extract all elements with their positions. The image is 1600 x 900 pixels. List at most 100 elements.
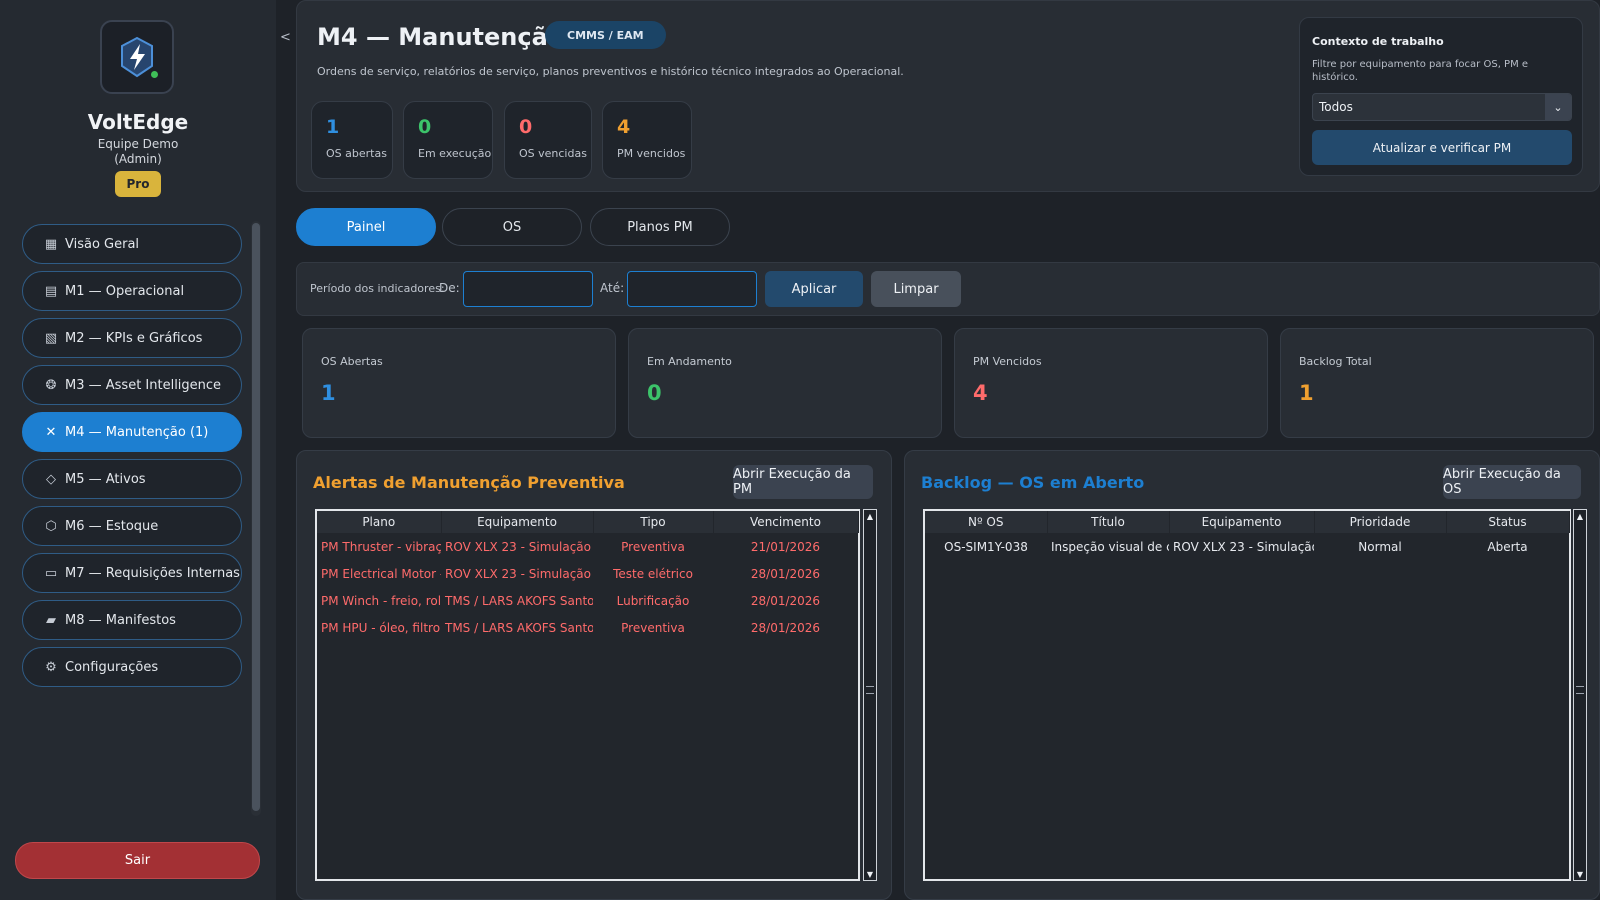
collapse-sidebar-button[interactable]: < <box>280 30 291 45</box>
cell-tipo: Teste elétrico <box>613 566 693 581</box>
column-header-equipamento[interactable]: Equipamento <box>441 511 594 533</box>
open-pm-execution-button[interactable]: Abrir Execução da PM <box>733 465 873 499</box>
nav-item-m1-operacional[interactable]: ▤ M1 — Operacional <box>22 271 242 311</box>
backlog-scrollbar[interactable]: ▲ ▼ <box>1573 509 1587 881</box>
kpi-pm-vencidos: PM Vencidos 4 <box>954 328 1268 438</box>
stat-label: OS abertas <box>326 147 387 160</box>
cell-plano: PM Thruster - vibraçã <box>321 539 441 554</box>
to-label: Até: <box>600 281 625 295</box>
column-header-vencimento[interactable]: Vencimento <box>713 511 859 533</box>
kpi-label: PM Vencidos <box>973 355 1042 368</box>
scroll-down-arrow-icon[interactable]: ▼ <box>864 868 876 880</box>
column-header-tipo[interactable]: Tipo <box>593 511 714 533</box>
page-title: M4 — Manutenção <box>317 23 565 51</box>
stat-value: 4 <box>617 116 631 138</box>
kpi-value: 1 <box>321 381 336 405</box>
column-header-status[interactable]: Status <box>1446 511 1570 533</box>
equipment-filter-select[interactable]: Todos ⌄ <box>1312 93 1572 121</box>
nav-item-m2-kpis[interactable]: ▧ M2 — KPIs e Gráficos <box>22 318 242 358</box>
tools-icon: ✕ <box>45 424 57 440</box>
period-label: Período dos indicadores: <box>310 282 445 295</box>
tab-os[interactable]: OS <box>442 208 582 246</box>
period-filter-bar: Período dos indicadores: De: Até: Aplica… <box>296 262 1600 316</box>
module-chip: CMMS / EAM <box>545 21 666 49</box>
backlog-panel: Backlog — OS em Aberto Abrir Execução da… <box>904 450 1600 900</box>
column-header-plano[interactable]: Plano <box>317 511 442 533</box>
from-label: De: <box>439 281 460 295</box>
scroll-up-arrow-icon[interactable]: ▲ <box>1574 510 1586 522</box>
nav-item-visao-geral[interactable]: ▦ Visão Geral <box>22 224 242 264</box>
cell-tipo: Preventiva <box>621 539 685 554</box>
cell-status: Aberta <box>1487 539 1528 554</box>
cell-equipamento: TMS / LARS AKOFS Santos - <box>445 620 593 635</box>
stat-value: 1 <box>326 116 340 138</box>
team-info: Equipe Demo (Admin) <box>0 137 276 167</box>
column-header-equipamento[interactable]: Equipamento <box>1169 511 1315 533</box>
cell-plano: PM HPU - óleo, filtro e <box>321 620 441 635</box>
nav-label: M7 — Requisições Internas <box>65 565 240 581</box>
nav-item-m6-estoque[interactable]: ⬡ M6 — Estoque <box>22 506 242 546</box>
stat-value: 0 <box>418 116 432 138</box>
date-to-input[interactable] <box>627 271 757 307</box>
column-header-prioridade[interactable]: Prioridade <box>1314 511 1447 533</box>
open-os-execution-button[interactable]: Abrir Execução da OS <box>1443 465 1581 499</box>
cell-vencimento: 21/01/2026 <box>750 539 821 554</box>
pm-alerts-table[interactable]: Plano Equipamento Tipo Vencimento PM Thr… <box>315 509 860 881</box>
work-context-description: Filtre por equipamento para focar OS, PM… <box>1312 59 1529 83</box>
sidebar-scrollbar-thumb[interactable] <box>252 223 260 811</box>
column-header-titulo[interactable]: Título <box>1047 511 1170 533</box>
kpi-value: 4 <box>973 381 988 405</box>
chevron-down-icon[interactable]: ⌄ <box>1545 94 1571 120</box>
plan-badge: Pro <box>115 171 161 197</box>
backlog-table[interactable]: Nº OS Título Equipamento Prioridade Stat… <box>923 509 1571 881</box>
scrollbar-thumb[interactable] <box>866 686 874 694</box>
column-header-numero-os[interactable]: Nº OS <box>925 511 1048 533</box>
equipment-filter-value: Todos <box>1319 100 1353 114</box>
nav-label: M1 — Operacional <box>65 283 185 299</box>
gear-icon: ⚙ <box>45 659 57 675</box>
stat-pm-vencidos: 4 PM vencidos <box>602 101 692 179</box>
nav-item-configuracoes[interactable]: ⚙ Configurações <box>22 647 242 687</box>
cell-vencimento: 28/01/2026 <box>750 593 821 608</box>
nav-item-m3-asset-intelligence[interactable]: ❂ M3 — Asset Intelligence <box>22 365 242 405</box>
scroll-up-arrow-icon[interactable]: ▲ <box>864 510 876 522</box>
pm-alerts-scrollbar[interactable]: ▲ ▼ <box>863 509 877 881</box>
stat-os-abertas: 1 OS abertas <box>311 101 393 179</box>
brand-name: VoltEdge <box>87 110 189 134</box>
cell-tipo: Preventiva <box>621 620 685 635</box>
table-header-row: Plano Equipamento Tipo Vencimento <box>317 511 859 533</box>
cell-prioridade: Normal <box>1358 539 1402 554</box>
table-row[interactable]: PM Winch - freio, rola TMS / LARS AKOFS … <box>317 587 858 614</box>
sidebar-scrollbar[interactable] <box>251 221 261 816</box>
kpi-os-abertas: OS Abertas 1 <box>302 328 616 438</box>
table-row[interactable]: PM HPU - óleo, filtro e TMS / LARS AKOFS… <box>317 614 858 641</box>
nav-item-m4-manutencao[interactable]: ✕ M4 — Manutenção (1) <box>22 412 242 452</box>
scrollbar-thumb[interactable] <box>1576 686 1584 694</box>
backlog-title: Backlog — OS em Aberto <box>921 473 1145 492</box>
apply-button[interactable]: Aplicar <box>765 271 863 307</box>
tab-painel[interactable]: Painel <box>296 208 436 246</box>
cell-numero-os: OS-SIM1Y-038 <box>944 539 1028 554</box>
page-subtitle: Ordens de serviço, relatórios de serviço… <box>317 65 904 78</box>
clear-button[interactable]: Limpar <box>871 271 961 307</box>
scroll-down-arrow-icon[interactable]: ▼ <box>1574 868 1586 880</box>
refresh-pm-button[interactable]: Atualizar e verificar PM <box>1312 130 1572 165</box>
work-context-box: Contexto de trabalho Filtre por equipame… <box>1299 17 1583 176</box>
nav-item-m8-manifestos[interactable]: ▰ M8 — Manifestos <box>22 600 242 640</box>
table-row[interactable]: PM Thruster - vibraçã ROV XLX 23 - Simul… <box>317 533 858 560</box>
pm-alerts-panel: Alertas de Manutenção Preventiva Abrir E… <box>296 450 892 900</box>
nav-label: M3 — Asset Intelligence <box>65 377 222 393</box>
table-row[interactable]: OS-SIM1Y-038 Inspeção visual de câ ROV X… <box>925 533 1569 560</box>
table-row[interactable]: PM Electrical Motor - ROV XLX 23 - Simul… <box>317 560 858 587</box>
nav-item-m7-requisicoes[interactable]: ▭ M7 — Requisições Internas <box>22 553 242 593</box>
cell-equipamento: ROV XLX 23 - Simulação 1 A <box>1173 539 1314 554</box>
bar-chart-icon: ▦ <box>44 236 58 252</box>
logout-button[interactable]: Sair <box>15 842 260 879</box>
tab-planos-pm[interactable]: Planos PM <box>590 208 730 246</box>
date-from-input[interactable] <box>463 271 593 307</box>
truck-icon: ▰ <box>46 612 56 628</box>
cell-vencimento: 28/01/2026 <box>750 620 821 635</box>
nav-item-m5-ativos[interactable]: ◇ M5 — Ativos <box>22 459 242 499</box>
nav-label: M2 — KPIs e Gráficos <box>65 330 203 346</box>
nav-label: M4 — Manutenção (1) <box>65 424 209 440</box>
